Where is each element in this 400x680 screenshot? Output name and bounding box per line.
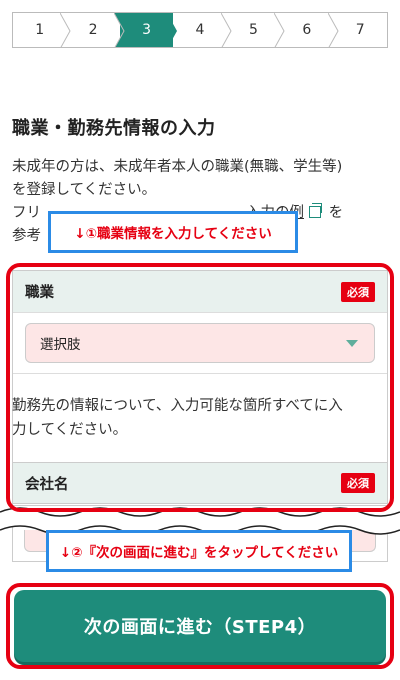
step-2: 2	[66, 13, 126, 47]
occupation-select[interactable]: 選択肢	[25, 323, 375, 363]
chevron-down-icon	[346, 339, 358, 347]
copy-icon	[309, 203, 322, 218]
instruction-callout-step1: ↓①職業情報を入力してください	[48, 211, 298, 253]
step-4: 4	[173, 13, 232, 47]
step-separator	[220, 13, 233, 47]
description-line: 未成年の方は、未成年者本人の職業(無職、学生等)	[12, 159, 343, 175]
step-3-current: 3	[119, 13, 178, 47]
employer-info-instructions: 勤務先の情報について、入力可能な箇所すべてに入 力してください。	[12, 394, 388, 442]
step-separator	[113, 13, 126, 47]
page-title: 職業・勤務先情報の入力	[12, 118, 216, 139]
step-number: 3	[142, 22, 152, 38]
required-badge: 必須	[341, 281, 375, 302]
occupation-field-header: 職業 必須	[13, 271, 387, 313]
step-number: 2	[88, 22, 98, 38]
step-separator	[274, 13, 286, 47]
description-line: を登録してください。	[12, 182, 157, 198]
step-number: 1	[35, 22, 45, 38]
step-separator	[167, 13, 179, 47]
step-5: 5	[227, 13, 285, 47]
description-fragment: フリ	[12, 205, 41, 221]
instruction-callout-step2: ↓②『次の画面に進む』をタップしてください	[46, 530, 352, 572]
step-number: 4	[195, 22, 205, 38]
step-number: 5	[248, 22, 258, 38]
company-name-label: 会社名	[25, 476, 69, 493]
required-badge: 必須	[341, 473, 375, 493]
step-1: 1	[13, 13, 71, 47]
step-6: 6	[280, 13, 339, 47]
step-number: 6	[302, 22, 312, 38]
step-separator	[60, 13, 72, 47]
next-step-button[interactable]: 次の画面に進む（STEP4）	[14, 590, 386, 662]
description-fragment: を	[328, 205, 344, 221]
occupation-select-value: 選択肢	[40, 337, 81, 353]
company-name-field-header: 会社名 必須	[12, 462, 388, 504]
instruction-line: 力してください。	[12, 422, 128, 438]
instruction-line: 勤務先の情報について、入力可能な箇所すべてに入	[12, 398, 343, 414]
step-separator	[327, 13, 340, 47]
step-progress-bar: 1 2 3 4 5 6 7	[12, 12, 388, 48]
divider	[13, 373, 387, 387]
occupation-label: 職業	[25, 285, 54, 301]
step-7: 7	[334, 13, 387, 47]
step-number: 7	[355, 22, 365, 38]
